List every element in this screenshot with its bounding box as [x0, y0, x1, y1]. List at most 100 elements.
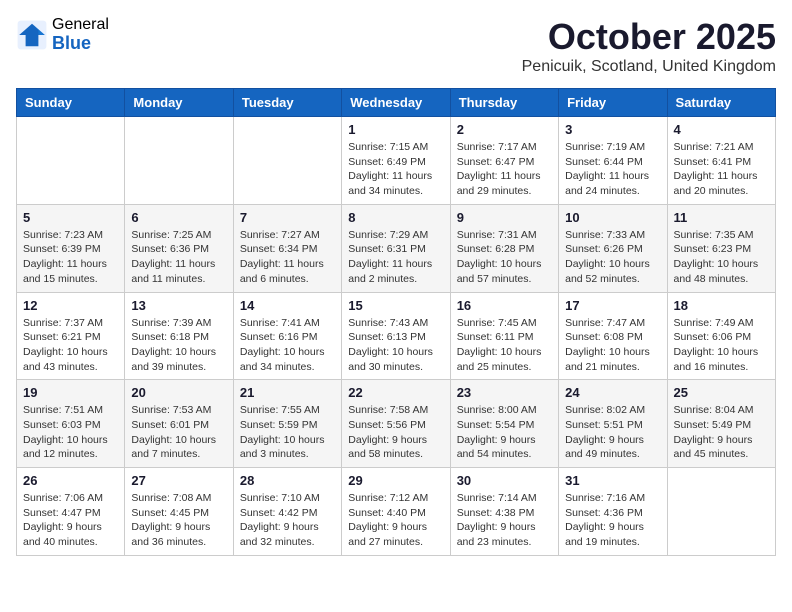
cell-date-number: 9 [457, 210, 552, 225]
weekday-header: Saturday [667, 89, 775, 117]
cell-date-number: 4 [674, 122, 769, 137]
calendar-cell [233, 117, 341, 205]
calendar-cell: 14 Sunrise: 7:41 AM Sunset: 6:16 PM Dayli… [233, 292, 341, 380]
weekday-header: Monday [125, 89, 233, 117]
calendar-cell: 16Sunrise: 7:45 AM Sunset: 6:11 PM Dayli… [450, 292, 558, 380]
cell-date-number: 29 [348, 473, 443, 488]
logo: General Blue [16, 16, 109, 53]
calendar-header-row: SundayMondayTuesdayWednesdayThursdayFrid… [17, 89, 776, 117]
cell-date-number: 10 [565, 210, 660, 225]
calendar-week-row: 5 Sunrise: 7:23 AM Sunset: 6:39 PM Daylig… [17, 204, 776, 292]
calendar-cell: 21 Sunrise: 7:55 AM Sunset: 5:59 PM Dayli… [233, 380, 341, 468]
calendar-cell [667, 468, 775, 556]
cell-info-text: Sunrise: 7:27 AM Sunset: 6:34 PM Dayligh… [240, 228, 335, 287]
weekday-header: Friday [559, 89, 667, 117]
calendar-cell: 7 Sunrise: 7:27 AM Sunset: 6:34 PM Daylig… [233, 204, 341, 292]
calendar-cell: 9 Sunrise: 7:31 AM Sunset: 6:28 PM Daylig… [450, 204, 558, 292]
cell-info-text: Sunrise: 7:55 AM Sunset: 5:59 PM Dayligh… [240, 403, 335, 462]
calendar-cell: 19 Sunrise: 7:51 AM Sunset: 6:03 PM Dayli… [17, 380, 125, 468]
calendar-week-row: 19 Sunrise: 7:51 AM Sunset: 6:03 PM Dayli… [17, 380, 776, 468]
cell-info-text: Sunrise: 7:17 AM Sunset: 6:47 PM Dayligh… [457, 140, 552, 199]
cell-date-number: 21 [240, 385, 335, 400]
cell-info-text: Sunrise: 7:10 AM Sunset: 4:42 PM Dayligh… [240, 491, 335, 550]
cell-info-text: Sunrise: 7:37 AM Sunset: 6:21 PM Dayligh… [23, 316, 118, 375]
cell-info-text: Sunrise: 7:41 AM Sunset: 6:16 PM Dayligh… [240, 316, 335, 375]
cell-date-number: 6 [131, 210, 226, 225]
cell-info-text: Sunrise: 8:04 AM Sunset: 5:49 PM Dayligh… [674, 403, 769, 462]
cell-info-text: Sunrise: 7:16 AM Sunset: 4:36 PM Dayligh… [565, 491, 660, 550]
calendar-cell: 10 Sunrise: 7:33 AM Sunset: 6:26 PM Dayli… [559, 204, 667, 292]
calendar-cell: 30 Sunrise: 7:14 AM Sunset: 4:38 PM Dayli… [450, 468, 558, 556]
cell-date-number: 25 [674, 385, 769, 400]
cell-date-number: 30 [457, 473, 552, 488]
cell-info-text: Sunrise: 7:15 AM Sunset: 6:49 PM Dayligh… [348, 140, 443, 199]
cell-date-number: 22 [348, 385, 443, 400]
cell-date-number: 1 [348, 122, 443, 137]
calendar-week-row: 26Sunrise: 7:06 AM Sunset: 4:47 PM Dayli… [17, 468, 776, 556]
calendar-cell: 2 Sunrise: 7:17 AM Sunset: 6:47 PM Daylig… [450, 117, 558, 205]
cell-info-text: Sunrise: 8:02 AM Sunset: 5:51 PM Dayligh… [565, 403, 660, 462]
calendar-cell: 28Sunrise: 7:10 AM Sunset: 4:42 PM Dayli… [233, 468, 341, 556]
calendar-cell: 8Sunrise: 7:29 AM Sunset: 6:31 PM Daylig… [342, 204, 450, 292]
calendar-cell: 29 Sunrise: 7:12 AM Sunset: 4:40 PM Dayli… [342, 468, 450, 556]
calendar-cell [17, 117, 125, 205]
cell-info-text: Sunrise: 7:47 AM Sunset: 6:08 PM Dayligh… [565, 316, 660, 375]
calendar-cell: 17 Sunrise: 7:47 AM Sunset: 6:08 PM Dayli… [559, 292, 667, 380]
logo-general: General [52, 16, 109, 34]
cell-date-number: 13 [131, 298, 226, 313]
weekday-header: Wednesday [342, 89, 450, 117]
cell-date-number: 31 [565, 473, 660, 488]
cell-date-number: 20 [131, 385, 226, 400]
calendar-cell: 25 Sunrise: 8:04 AM Sunset: 5:49 PM Dayli… [667, 380, 775, 468]
calendar-cell: 31 Sunrise: 7:16 AM Sunset: 4:36 PM Dayli… [559, 468, 667, 556]
cell-info-text: Sunrise: 7:14 AM Sunset: 4:38 PM Dayligh… [457, 491, 552, 550]
calendar-week-row: 12Sunrise: 7:37 AM Sunset: 6:21 PM Dayli… [17, 292, 776, 380]
calendar-cell: 11Sunrise: 7:35 AM Sunset: 6:23 PM Dayli… [667, 204, 775, 292]
cell-info-text: Sunrise: 7:33 AM Sunset: 6:26 PM Dayligh… [565, 228, 660, 287]
logo-icon [16, 19, 48, 51]
cell-info-text: Sunrise: 7:53 AM Sunset: 6:01 PM Dayligh… [131, 403, 226, 462]
calendar-cell: 15 Sunrise: 7:43 AM Sunset: 6:13 PM Dayli… [342, 292, 450, 380]
cell-date-number: 3 [565, 122, 660, 137]
cell-info-text: Sunrise: 7:12 AM Sunset: 4:40 PM Dayligh… [348, 491, 443, 550]
cell-date-number: 19 [23, 385, 118, 400]
calendar-cell: 4Sunrise: 7:21 AM Sunset: 6:41 PM Daylig… [667, 117, 775, 205]
cell-info-text: Sunrise: 7:23 AM Sunset: 6:39 PM Dayligh… [23, 228, 118, 287]
cell-date-number: 23 [457, 385, 552, 400]
calendar-cell: 5 Sunrise: 7:23 AM Sunset: 6:39 PM Daylig… [17, 204, 125, 292]
calendar-cell: 1 Sunrise: 7:15 AM Sunset: 6:49 PM Daylig… [342, 117, 450, 205]
cell-info-text: Sunrise: 7:43 AM Sunset: 6:13 PM Dayligh… [348, 316, 443, 375]
location: Penicuik, Scotland, United Kingdom [522, 58, 776, 76]
cell-info-text: Sunrise: 7:29 AM Sunset: 6:31 PM Dayligh… [348, 228, 443, 287]
cell-date-number: 7 [240, 210, 335, 225]
calendar-cell: 22 Sunrise: 7:58 AM Sunset: 5:56 PM Dayli… [342, 380, 450, 468]
cell-date-number: 15 [348, 298, 443, 313]
title-block: October 2025 Penicuik, Scotland, United … [522, 16, 776, 76]
weekday-header: Thursday [450, 89, 558, 117]
cell-date-number: 11 [674, 210, 769, 225]
cell-info-text: Sunrise: 7:19 AM Sunset: 6:44 PM Dayligh… [565, 140, 660, 199]
cell-info-text: Sunrise: 7:39 AM Sunset: 6:18 PM Dayligh… [131, 316, 226, 375]
weekday-header: Sunday [17, 89, 125, 117]
cell-info-text: Sunrise: 7:51 AM Sunset: 6:03 PM Dayligh… [23, 403, 118, 462]
cell-info-text: Sunrise: 7:06 AM Sunset: 4:47 PM Dayligh… [23, 491, 118, 550]
cell-info-text: Sunrise: 8:00 AM Sunset: 5:54 PM Dayligh… [457, 403, 552, 462]
page-header: General Blue October 2025 Penicuik, Scot… [16, 16, 776, 76]
cell-info-text: Sunrise: 7:31 AM Sunset: 6:28 PM Dayligh… [457, 228, 552, 287]
cell-date-number: 2 [457, 122, 552, 137]
calendar-table: SundayMondayTuesdayWednesdayThursdayFrid… [16, 88, 776, 556]
cell-date-number: 14 [240, 298, 335, 313]
weekday-header: Tuesday [233, 89, 341, 117]
cell-date-number: 5 [23, 210, 118, 225]
calendar-cell: 23 Sunrise: 8:00 AM Sunset: 5:54 PM Dayli… [450, 380, 558, 468]
cell-date-number: 16 [457, 298, 552, 313]
calendar-cell: 24Sunrise: 8:02 AM Sunset: 5:51 PM Dayli… [559, 380, 667, 468]
calendar-cell: 27Sunrise: 7:08 AM Sunset: 4:45 PM Dayli… [125, 468, 233, 556]
cell-info-text: Sunrise: 7:25 AM Sunset: 6:36 PM Dayligh… [131, 228, 226, 287]
calendar-cell: 6 Sunrise: 7:25 AM Sunset: 6:36 PM Daylig… [125, 204, 233, 292]
cell-info-text: Sunrise: 7:58 AM Sunset: 5:56 PM Dayligh… [348, 403, 443, 462]
month-year: October 2025 [522, 16, 776, 58]
calendar-cell [125, 117, 233, 205]
calendar-cell: 18Sunrise: 7:49 AM Sunset: 6:06 PM Dayli… [667, 292, 775, 380]
cell-date-number: 17 [565, 298, 660, 313]
